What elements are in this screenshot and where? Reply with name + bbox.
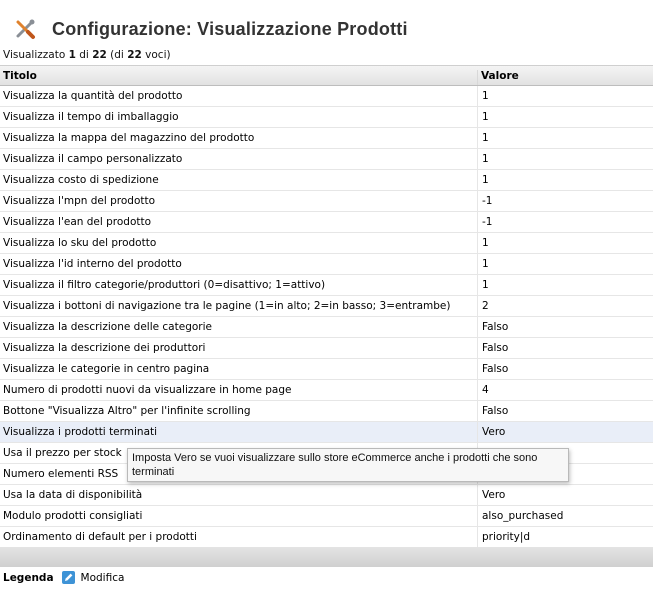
row-value: 4: [482, 384, 489, 396]
table-row[interactable]: Visualizza le categorie in centro pagina…: [0, 359, 653, 380]
table-row[interactable]: Visualizza il filtro categorie/produttor…: [0, 275, 653, 296]
column-header-title[interactable]: Titolo: [0, 70, 478, 85]
row-title: Visualizza l'ean del prodotto: [0, 212, 478, 232]
row-title: Visualizza i bottoni di navigazione tra …: [0, 296, 478, 316]
row-title: Visualizza l'id interno del prodotto: [0, 254, 478, 274]
row-value: 1: [482, 153, 489, 165]
row-value: Falso: [482, 405, 509, 417]
row-value: Vero: [482, 489, 506, 501]
row-value: Falso: [482, 363, 509, 375]
row-value: Falso: [482, 342, 509, 354]
row-value: 2: [482, 300, 489, 312]
row-title: Modulo prodotti consigliati: [0, 506, 478, 526]
table-row[interactable]: Visualizza costo di spedizione 1: [0, 170, 653, 191]
table-row[interactable]: Visualizza il tempo di imballaggio 1: [0, 107, 653, 128]
table-row[interactable]: Visualizza il campo personalizzato 1: [0, 149, 653, 170]
row-title: Bottone "Visualizza Altro" per l'infinit…: [0, 401, 478, 421]
row-title: Visualizza il campo personalizzato: [0, 149, 478, 169]
row-title: Ordinamento di default per i prodotti: [0, 527, 478, 547]
row-value: 1: [482, 174, 489, 186]
legend: Legenda Modifica: [3, 571, 124, 584]
row-title: Visualizza l'mpn del prodotto: [0, 191, 478, 211]
table-row[interactable]: Bottone "Visualizza Altro" per l'infinit…: [0, 401, 653, 422]
row-title: Visualizza la quantità del prodotto: [0, 86, 478, 106]
row-title: Visualizza la descrizione dei produttori: [0, 338, 478, 358]
legend-label: Legenda: [3, 571, 54, 584]
row-title: Visualizza la mappa del magazzino del pr…: [0, 128, 478, 148]
table-row[interactable]: Ordinamento di default per i prodotti pri…: [0, 527, 653, 548]
row-title: Visualizza le categorie in centro pagina: [0, 359, 478, 379]
row-title: Visualizza costo di spedizione: [0, 170, 478, 190]
table-row[interactable]: Visualizza la descrizione delle categori…: [0, 317, 653, 338]
results-summary: Visualizzato 1 di 22 (di 22 voci): [3, 49, 171, 61]
table-row[interactable]: Visualizza la descrizione dei produttori…: [0, 338, 653, 359]
row-title: Visualizza il tempo di imballaggio: [0, 107, 478, 127]
row-title: Visualizza i prodotti terminati: [0, 422, 478, 442]
page-header: Configurazione: Visualizzazione Prodotti: [14, 14, 408, 44]
row-value: Falso: [482, 321, 509, 333]
row-value: 1: [482, 258, 489, 270]
row-value: 1: [482, 90, 489, 102]
edit-icon: [61, 571, 75, 584]
row-title: Visualizza la descrizione delle categori…: [0, 317, 478, 337]
table-row[interactable]: Visualizza l'id interno del prodotto 1: [0, 254, 653, 275]
row-title: Visualizza lo sku del prodotto: [0, 233, 478, 253]
table-row[interactable]: Modulo prodotti consigliati also_purchase…: [0, 506, 653, 527]
tools-icon: [16, 19, 35, 39]
table-row[interactable]: Numero di prodotti nuovi da visualizzare…: [0, 380, 653, 401]
row-value: priority|d: [482, 531, 531, 543]
tooltip: Imposta Vero se vuoi visualizzare sullo …: [127, 448, 569, 482]
table-row[interactable]: Visualizza i bottoni di navigazione tra …: [0, 296, 653, 317]
row-title: Numero di prodotti nuovi da visualizzare…: [0, 380, 478, 400]
table-row[interactable]: Visualizza l'mpn del prodotto -1: [0, 191, 653, 212]
row-value: also_purchased: [482, 510, 564, 522]
row-title: Usa la data di disponibilità: [0, 485, 478, 505]
page-title: Configurazione: Visualizzazione Prodotti: [52, 18, 408, 39]
row-value: 1: [482, 279, 489, 291]
row-value: 1: [482, 132, 489, 144]
table-row[interactable]: Visualizza lo sku del prodotto 1: [0, 233, 653, 254]
table-row[interactable]: Visualizza la mappa del magazzino del pr…: [0, 128, 653, 149]
table-row[interactable]: Visualizza la quantità del prodotto 1: [0, 86, 653, 107]
row-value: -1: [482, 216, 493, 228]
table-row[interactable]: Visualizza l'ean del prodotto -1: [0, 212, 653, 233]
row-value: -1: [482, 195, 493, 207]
table-footer-bar: [0, 547, 653, 567]
row-value: Vero: [482, 426, 506, 438]
column-header-value[interactable]: Valore: [478, 70, 653, 85]
table-header: Titolo Valore: [0, 65, 653, 86]
row-value: 1: [482, 237, 489, 249]
table-row[interactable]: Visualizza i prodotti terminati Vero: [0, 422, 653, 443]
row-title: Visualizza il filtro categorie/produttor…: [0, 275, 478, 295]
legend-edit-label: Modifica: [80, 571, 125, 584]
table-row[interactable]: Usa la data di disponibilità Vero: [0, 485, 653, 506]
row-value: 1: [482, 111, 489, 123]
